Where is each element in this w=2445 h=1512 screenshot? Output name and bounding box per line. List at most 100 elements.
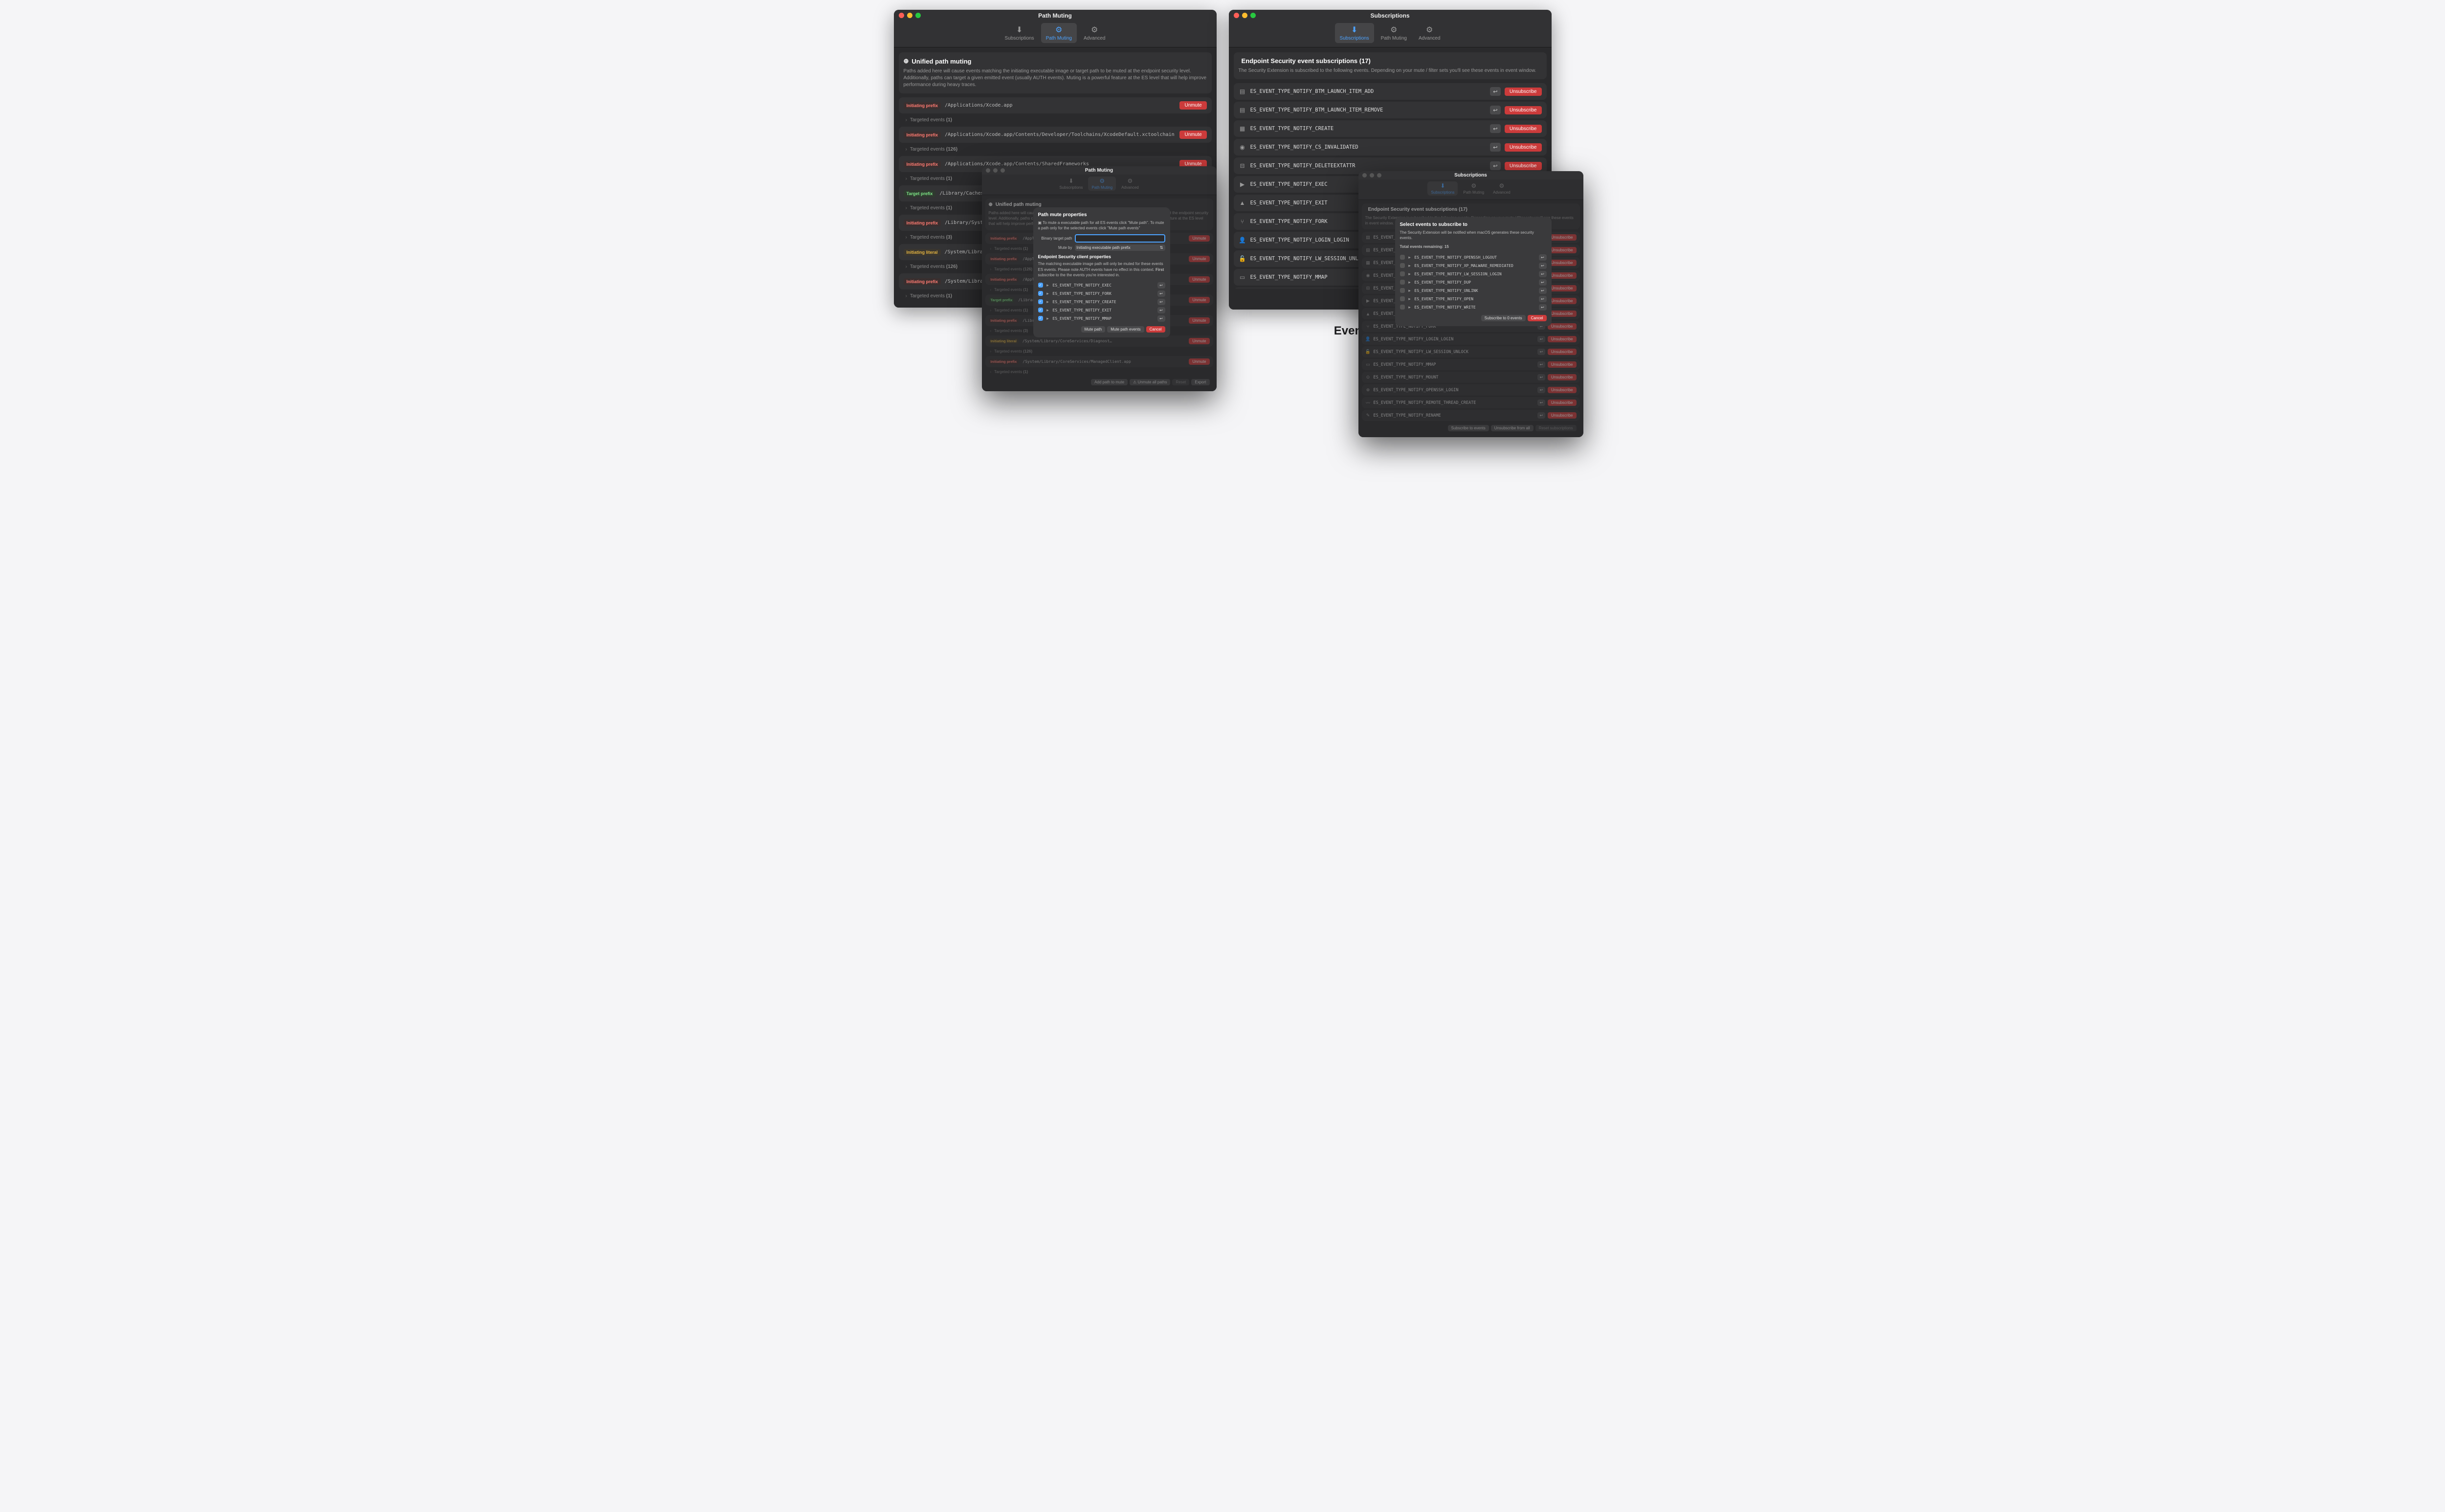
unmute-button[interactable]: Unmute [1189,235,1209,242]
event-check-row[interactable]: ✓ ▸ ES_EVENT_TYPE_NOTIFY_MMAP ↩ [1038,314,1165,323]
unmute-button[interactable]: Unmute [1189,317,1209,324]
checkbox-icon[interactable] [1400,263,1405,268]
subscribe-zero-button[interactable]: Subscribe to 0 events [1481,315,1526,321]
targeted-events-toggle[interactable]: Targeted events (1) [985,369,1213,377]
event-check-row[interactable]: ✓ ▸ ES_EVENT_TYPE_NOTIFY_EXIT ↩ [1038,306,1165,314]
tab-path-muting[interactable]: ⚙Path Muting [1041,23,1077,43]
subscribe-option-row[interactable]: ▸ ES_EVENT_TYPE_NOTIFY_OPENSSH_LOGOUT ↩ [1400,253,1547,262]
unsubscribe-button[interactable]: Unsubscribe [1548,260,1576,266]
minimize-icon[interactable] [993,168,998,173]
unsubscribe-button[interactable]: Unsubscribe [1548,336,1576,342]
unmute-button[interactable]: Unmute [1179,101,1206,110]
checkbox-icon[interactable] [1400,296,1405,301]
reply-icon[interactable]: ↩ [1157,282,1165,289]
reply-icon[interactable]: ↩ [1539,271,1547,277]
reply-icon[interactable]: ↩ [1539,304,1547,311]
unmute-all-button[interactable]: ⚠ Unmute all paths [1130,379,1170,385]
subscribe-option-row[interactable]: ▸ ES_EVENT_TYPE_NOTIFY_DUP ↩ [1400,278,1547,287]
event-check-row[interactable]: ✓ ▸ ES_EVENT_TYPE_NOTIFY_CREATE ↩ [1038,298,1165,306]
cancel-button[interactable]: Cancel [1146,326,1165,333]
minimize-icon[interactable] [1242,13,1247,18]
subscribe-option-row[interactable]: ▸ ES_EVENT_TYPE_NOTIFY_UNLINK ↩ [1400,287,1547,295]
checkbox-icon[interactable] [1400,255,1405,260]
mute-path-events-button[interactable]: Mute path events [1107,326,1144,333]
mute-path-button[interactable]: Mute path [1081,326,1106,333]
unsubscribe-button[interactable]: Unsubscribe [1548,400,1576,406]
reply-icon[interactable]: ↩ [1539,288,1547,294]
subscribe-option-row[interactable]: ▸ ES_EVENT_TYPE_NOTIFY_WRITE ↩ [1400,303,1547,311]
reply-icon[interactable]: ↩ [1537,349,1545,355]
reply-icon[interactable]: ↩ [1539,279,1547,286]
unmute-button[interactable]: Unmute [1179,131,1206,139]
unsubscribe-button[interactable]: Unsubscribe [1505,143,1542,152]
tab-advanced[interactable]: ⚙Advanced [1414,23,1445,43]
unsubscribe-button[interactable]: Unsubscribe [1548,234,1576,241]
reply-icon[interactable]: ↩ [1157,307,1165,313]
close-icon[interactable] [986,168,990,173]
unsubscribe-button[interactable]: Unsubscribe [1548,298,1576,304]
reply-icon[interactable]: ↩ [1539,296,1547,302]
zoom-icon[interactable] [1377,173,1381,178]
checkbox-icon[interactable] [1400,288,1405,293]
export-button[interactable]: Export [1191,379,1209,385]
mute-by-select[interactable]: Initiating executable path prefix⇅ [1075,245,1165,251]
unsubscribe-button[interactable]: Unsubscribe [1505,106,1542,114]
reply-icon[interactable]: ↩ [1539,263,1547,269]
checkbox-icon[interactable] [1400,280,1405,285]
unmute-button[interactable]: Unmute [1189,256,1209,262]
unsubscribe-button[interactable]: Unsubscribe [1548,272,1576,279]
checkbox-icon[interactable]: ✓ [1038,316,1043,321]
unsubscribe-button[interactable]: Unsubscribe [1505,125,1542,133]
reply-icon[interactable]: ↩ [1490,124,1501,133]
reply-icon[interactable]: ↩ [1537,387,1545,393]
unsubscribe-button[interactable]: Unsubscribe [1505,162,1542,170]
close-icon[interactable] [899,13,904,18]
checkbox-icon[interactable]: ✓ [1038,283,1043,288]
checkbox-icon[interactable] [1400,271,1405,276]
unsubscribe-button[interactable]: Unsubscribe [1548,412,1576,419]
unmute-button[interactable]: Unmute [1189,297,1209,303]
zoom-icon[interactable] [1000,168,1005,173]
reply-icon[interactable]: ↩ [1490,87,1501,96]
unmute-button[interactable]: Unmute [1189,276,1209,283]
minimize-icon[interactable] [907,13,912,18]
targeted-events-toggle[interactable]: Targeted events (126) [899,145,1212,156]
reply-icon[interactable]: ↩ [1537,412,1545,419]
tab-advanced[interactable]: ⚙Advanced [1079,23,1110,43]
reply-icon[interactable]: ↩ [1537,374,1545,380]
subscribe-button[interactable]: Subscribe to events [1448,425,1489,431]
reply-icon[interactable]: ↩ [1537,361,1545,368]
unsubscribe-all-button[interactable]: Unsubscribe from all [1491,425,1534,431]
tab-subscriptions[interactable]: ⬇Subscriptions [1000,23,1039,43]
reply-icon[interactable]: ↩ [1157,299,1165,305]
event-check-row[interactable]: ✓ ▸ ES_EVENT_TYPE_NOTIFY_EXEC ↩ [1038,281,1165,289]
reply-icon[interactable]: ↩ [1157,315,1165,322]
reply-icon[interactable]: ↩ [1537,400,1545,406]
targeted-events-toggle[interactable]: Targeted events (1) [899,115,1212,127]
unmute-button[interactable]: Unmute [1189,338,1209,344]
unsubscribe-button[interactable]: Unsubscribe [1548,323,1576,330]
unsubscribe-button[interactable]: Unsubscribe [1548,374,1576,380]
reply-icon[interactable]: ↩ [1490,106,1501,114]
unsubscribe-button[interactable]: Unsubscribe [1548,311,1576,317]
event-check-row[interactable]: ✓ ▸ ES_EVENT_TYPE_NOTIFY_FORK ↩ [1038,289,1165,298]
close-icon[interactable] [1234,13,1239,18]
reply-icon[interactable]: ↩ [1490,161,1501,170]
unmute-button[interactable]: Unmute [1189,358,1209,365]
reply-icon[interactable]: ↩ [1537,336,1545,342]
add-path-button[interactable]: Add path to mute [1091,379,1128,385]
unsubscribe-button[interactable]: Unsubscribe [1548,349,1576,355]
tab-subscriptions[interactable]: ⬇Subscriptions [1335,23,1374,43]
tab-path-muting[interactable]: ⚙Path Muting [1376,23,1412,43]
subscribe-option-row[interactable]: ▸ ES_EVENT_TYPE_NOTIFY_OPEN ↩ [1400,295,1547,303]
binary-path-input[interactable] [1075,234,1165,243]
reply-icon[interactable]: ↩ [1539,254,1547,261]
subscribe-option-row[interactable]: ▸ ES_EVENT_TYPE_NOTIFY_XP_MALWARE_REMEDI… [1400,262,1547,270]
zoom-icon[interactable] [1250,13,1256,18]
cancel-button[interactable]: Cancel [1528,315,1547,321]
checkbox-icon[interactable]: ✓ [1038,299,1043,304]
targeted-events-toggle[interactable]: Targeted events (126) [985,348,1213,356]
unsubscribe-button[interactable]: Unsubscribe [1548,361,1576,368]
checkbox-icon[interactable]: ✓ [1038,308,1043,312]
reply-icon[interactable]: ↩ [1490,143,1501,152]
